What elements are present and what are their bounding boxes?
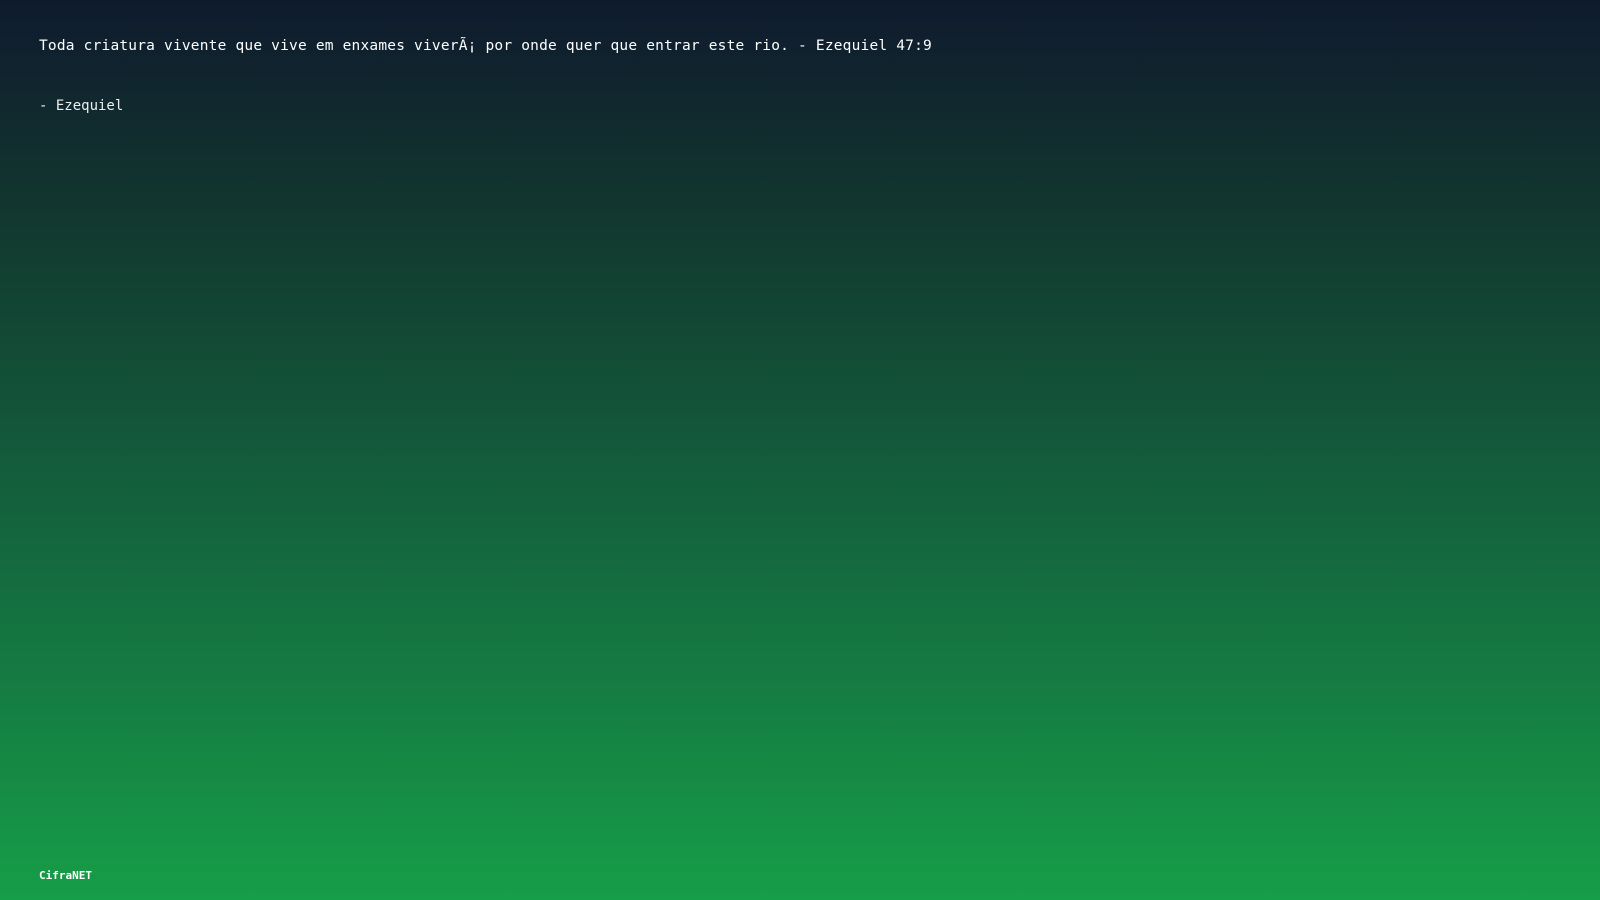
quote-author: - Ezequiel: [39, 98, 124, 114]
brand-label: CifraNET: [39, 869, 92, 882]
quote-text: Toda criatura vivente que vive em enxame…: [39, 38, 932, 54]
